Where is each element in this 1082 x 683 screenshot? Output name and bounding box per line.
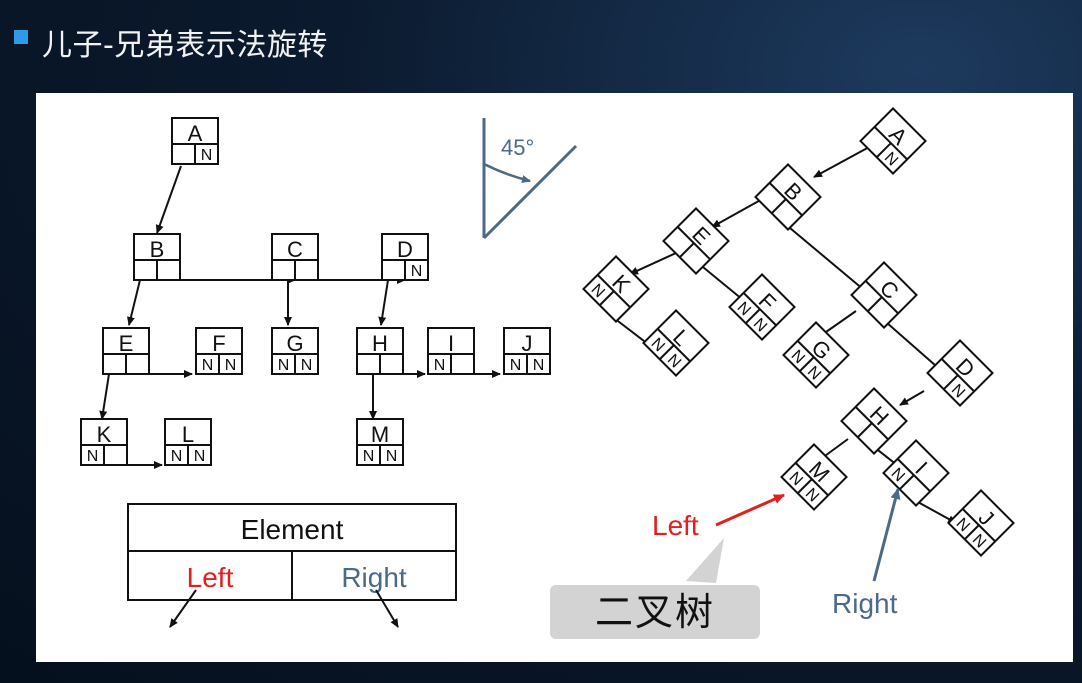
edge-e-k (99, 373, 110, 420)
legend-table: Element Left Right (127, 503, 457, 628)
bin-edge-d-h (899, 390, 925, 406)
bin-node-j: JNN (947, 489, 1015, 557)
binary-tree-callout-label: 二叉树 (594, 590, 715, 634)
legend-element-label: Element (241, 514, 344, 545)
annotation-right-arrow (872, 488, 901, 582)
bin-node-i: IN (882, 439, 950, 507)
tree-node-d: DN (381, 233, 429, 281)
edge-b-e (127, 279, 141, 326)
legend-left-label: Left (187, 562, 234, 593)
tree-node-f: FN N (195, 327, 243, 375)
page-title: 儿子-兄弟表示法旋转 (42, 28, 328, 63)
node-null-mark: N (278, 357, 290, 374)
node-element-label: M (371, 422, 389, 447)
node-element-label: A (188, 121, 203, 146)
bin-edge-b-c (783, 222, 871, 296)
tree-node-m: MN N (356, 418, 404, 466)
edge-a-b (155, 165, 182, 234)
annotation-left-arrow (715, 493, 785, 527)
node-null-mark: N (301, 357, 313, 374)
bin-node-l: LNN (642, 309, 710, 377)
annotation-right-label: Right (832, 588, 898, 619)
node-null-mark: N (434, 357, 446, 374)
edge-d-h (378, 279, 389, 326)
node-null-mark: N (533, 357, 545, 374)
node-element-label: J (522, 331, 533, 356)
title-bullet (14, 30, 28, 44)
node-null-mark: N (363, 448, 375, 465)
node-element-label: H (372, 331, 388, 356)
node-element-label: I (448, 331, 454, 356)
tree-node-a: AN (171, 117, 219, 165)
tree-node-e: E (102, 327, 150, 375)
node-element-label: B (150, 237, 165, 262)
bin-edge-b-e (711, 196, 767, 228)
bin-node-c: C (850, 261, 918, 329)
bin-edge-i-j (915, 500, 957, 524)
bin-node-g: GNN (782, 321, 850, 389)
angle-label: 45° (501, 135, 534, 160)
node-element-label: L (182, 422, 194, 447)
tree-node-k: KN (80, 418, 128, 466)
left-tree-nodes: AN B C DN E FN N GN N H IN JN N KN LN N MN N (80, 117, 551, 466)
bin-node-b: B (754, 163, 822, 231)
node-null-mark: N (171, 448, 183, 465)
diagram-board: AN B C DN E FNN GNN H IN JNN KN LNN MNN … (36, 93, 1073, 662)
node-null-mark: N (411, 263, 423, 280)
node-null-mark: N (201, 147, 213, 164)
tree-node-c: C (271, 233, 319, 281)
tree-node-g: GN N (271, 327, 319, 375)
node-element-label: K (97, 422, 112, 447)
legend-right-label: Right (341, 562, 407, 593)
bubble-tail (686, 538, 724, 583)
node-null-mark: N (194, 448, 206, 465)
bin-node-h: H (840, 387, 908, 455)
right-tree-nodes: AN B C DN E FNN GNN H IN JNN KN LNN MNN (582, 107, 1015, 557)
bin-node-k: KN (582, 255, 650, 323)
node-element-label: F (212, 331, 225, 356)
bin-node-e: E (662, 207, 730, 275)
node-element-label: D (397, 237, 413, 262)
node-null-mark: N (386, 448, 398, 465)
bin-edge-e-k (629, 252, 677, 275)
bin-node-m: MNN (780, 443, 848, 511)
tree-node-h: H (356, 327, 404, 375)
tree-node-i: IN (427, 327, 475, 375)
annotation-left-label: Left (652, 510, 699, 541)
node-element-label: E (119, 331, 134, 356)
bin-node-f: FNN (728, 273, 796, 341)
node-element-label: C (287, 237, 303, 262)
diagram-svg: AN B C DN E FN N GN N H IN JN N KN LN N MN N … (80, 107, 1015, 628)
node-null-mark: N (225, 357, 237, 374)
tree-node-l: LN N (164, 418, 212, 466)
node-null-mark: N (202, 357, 214, 374)
angle-indicator: 45° (482, 118, 578, 240)
node-null-mark: N (510, 357, 522, 374)
bin-node-d: DN (926, 339, 994, 407)
left-tree-edges (99, 165, 501, 469)
tree-node-b: B (133, 233, 181, 281)
bin-node-a: AN (859, 107, 927, 175)
tree-node-j: JN N (503, 327, 551, 375)
node-element-label: G (286, 331, 303, 356)
bin-edge-a-b (813, 145, 872, 178)
node-null-mark: N (87, 448, 99, 465)
angle-arc-arrow (483, 162, 531, 183)
